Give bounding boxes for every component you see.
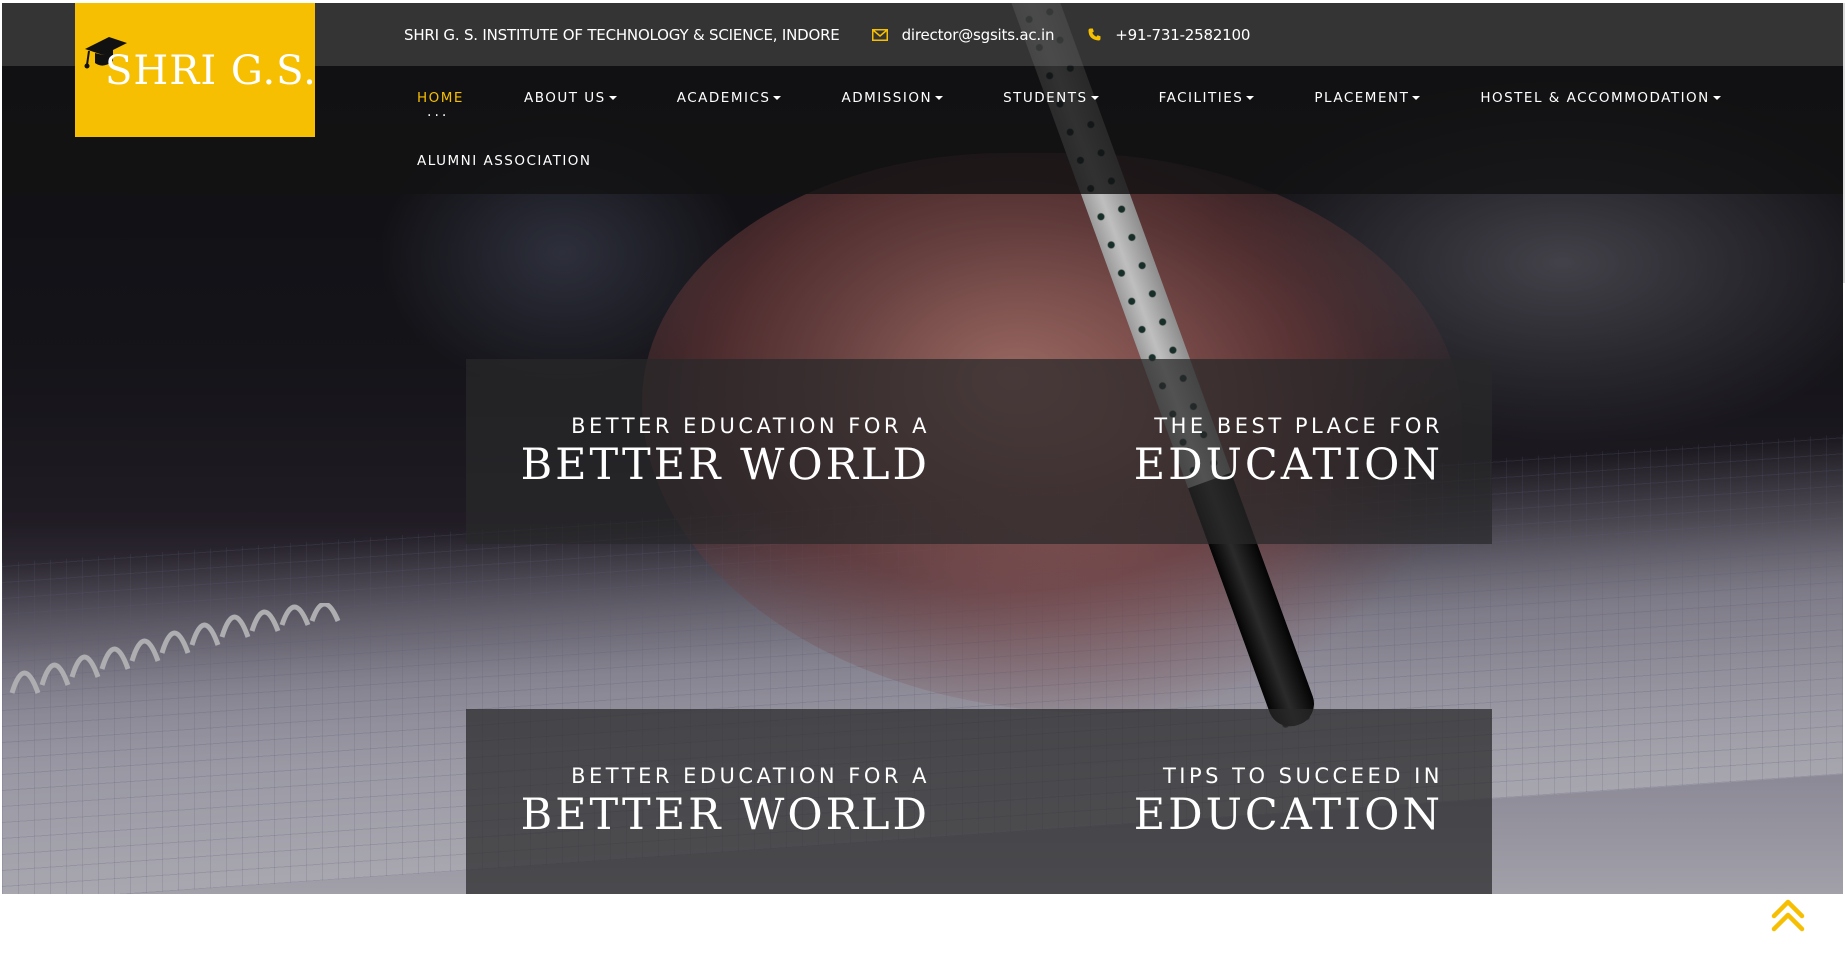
page: SHRI G. S. INSTITUTE OF TECHNOLOGY & SCI… [0, 0, 1845, 954]
phone-icon [1088, 28, 1101, 41]
nav-item-label: ACADEMICS [676, 89, 771, 106]
nav-row-2: ALUMNI ASSOCIATION [417, 129, 1757, 193]
contact-info: SHRI G. S. INSTITUTE OF TECHNOLOGY & SCI… [404, 3, 1250, 66]
nav-item-label: ADMISSION [841, 89, 933, 106]
caption-subtitle: BETTER EDUCATION FOR A [571, 414, 930, 438]
slide-caption-right: THE BEST PLACE FOR EDUCATION [1134, 414, 1443, 490]
nav-row-1: HOME ... ABOUT US ACADEMICS ADMISSION ST… [417, 66, 1757, 129]
caption-title: EDUCATION [1133, 790, 1443, 840]
caption-title: BETTER WORLD [520, 440, 930, 490]
nav-item-students[interactable]: STUDENTS [1003, 90, 1099, 106]
nav-item-alumni-association[interactable]: ALUMNI ASSOCIATION [417, 153, 592, 169]
nav-item-label: ALUMNI ASSOCIATION [417, 153, 592, 169]
nav-item-academics[interactable]: ACADEMICS [677, 90, 782, 106]
slide-panel-1: BETTER EDUCATION FOR A BETTER WORLD THE … [466, 359, 1492, 544]
nav-item-label: PLACEMENT [1314, 89, 1410, 106]
nav-item-home[interactable]: HOME ... [417, 90, 464, 120]
caption-subtitle: TIPS TO SUCCEED IN [1162, 764, 1443, 788]
caret-down-icon [1412, 95, 1421, 100]
slide-panel-2: BETTER EDUCATION FOR A BETTER WORLD TIPS… [466, 709, 1492, 894]
caption-subtitle: BETTER EDUCATION FOR A [571, 764, 930, 788]
caret-down-icon [1712, 95, 1721, 100]
caret-down-icon [1246, 95, 1255, 100]
slide-caption-left: BETTER EDUCATION FOR A BETTER WORLD [521, 764, 930, 840]
nav-item-label: STUDENTS [1003, 89, 1088, 106]
caption-title: BETTER WORLD [520, 790, 930, 840]
envelope-icon [871, 28, 888, 41]
site-logo[interactable]: SHRI G.S. [75, 3, 317, 137]
double-chevron-up-icon [1771, 899, 1805, 932]
caret-down-icon [935, 95, 944, 100]
nav-item-label: HOSTEL & ACCOMMODATION [1480, 89, 1710, 106]
caret-down-icon [773, 95, 782, 100]
nav-item-hostel-accommodation[interactable]: HOSTEL & ACCOMMODATION [1480, 89, 1721, 106]
caption-title: EDUCATION [1133, 440, 1443, 490]
active-indicator-dots: ... [427, 103, 450, 120]
scroll-to-top-button[interactable] [1770, 896, 1806, 934]
nav-item-label: FACILITIES [1158, 89, 1244, 106]
nav-item-placement[interactable]: PLACEMENT [1314, 89, 1421, 106]
logo-text: SHRI G.S. [105, 48, 317, 94]
email-link[interactable]: director@sgsits.ac.in [902, 26, 1055, 44]
nav-item-about-us[interactable]: ABOUT US [524, 90, 617, 106]
nav-menu: HOME ... ABOUT US ACADEMICS ADMISSION ST… [417, 66, 1757, 193]
nav-item-facilities[interactable]: FACILITIES [1159, 90, 1255, 106]
nav-item-label: ABOUT US [523, 89, 606, 106]
caption-subtitle: THE BEST PLACE FOR [1154, 414, 1443, 438]
caret-down-icon [1090, 95, 1099, 100]
phone-link[interactable]: +91-731-2582100 [1115, 26, 1250, 44]
caret-down-icon [608, 95, 617, 100]
nav-item-admission[interactable]: ADMISSION [841, 89, 944, 106]
institute-name: SHRI G. S. INSTITUTE OF TECHNOLOGY & SCI… [404, 25, 840, 44]
slide-caption-left: BETTER EDUCATION FOR A BETTER WORLD [521, 414, 930, 490]
slide-caption-right: TIPS TO SUCCEED IN EDUCATION [1134, 764, 1443, 840]
